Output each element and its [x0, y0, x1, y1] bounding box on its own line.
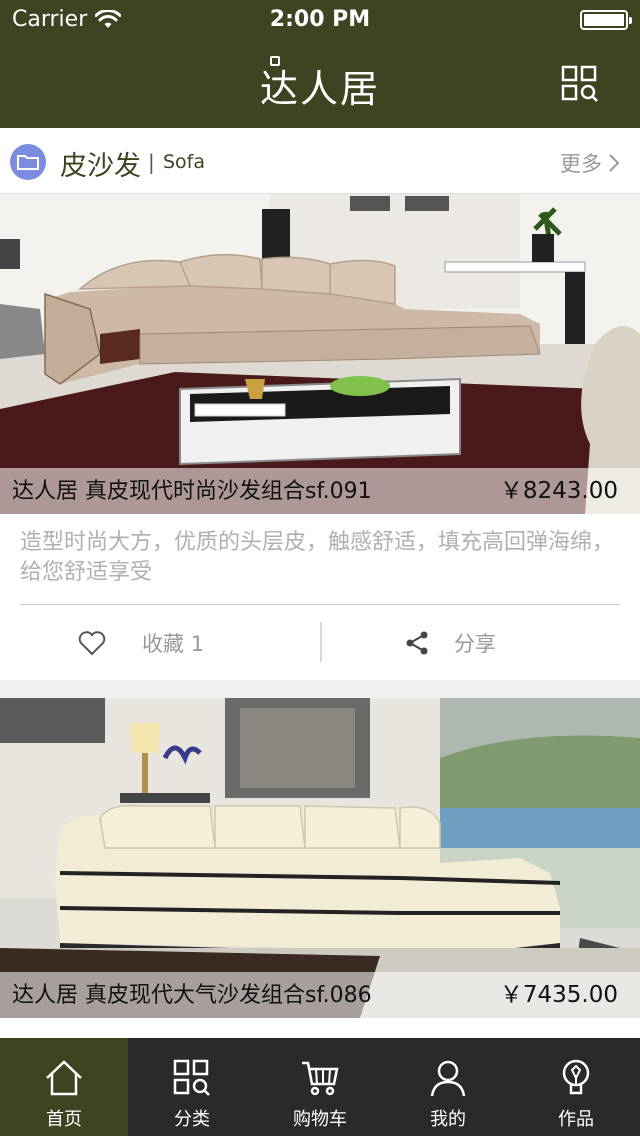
scan-grid-button[interactable]: [560, 64, 600, 104]
tab-category[interactable]: 分类: [128, 1038, 256, 1136]
favorite-count: 1: [190, 631, 205, 656]
product-description: 造型时尚大方，优质的头层皮，触感舒适，填充高回弹海绵，给您舒适享受: [20, 530, 615, 585]
grid-search-icon: [561, 65, 598, 102]
category-icon: [173, 1059, 210, 1096]
favorite-label: 收藏 1: [142, 628, 204, 658]
action-separator: [320, 622, 322, 662]
section-subtitle: Sofa: [163, 151, 206, 173]
more-link[interactable]: 更多: [560, 148, 620, 178]
tab-home[interactable]: 首页: [0, 1038, 128, 1136]
works-icon: [562, 1059, 590, 1095]
product-name: 达人居 真皮现代时尚沙发组合sf.091: [12, 479, 372, 504]
card-actions: 收藏 1 分享: [0, 605, 640, 680]
favorite-text: 收藏: [142, 631, 184, 656]
product-card[interactable]: 达人居 真皮现代时尚沙发组合sf.091 ￥8243.00 造型时尚大方，优质的…: [0, 194, 640, 680]
product-name: 达人居 真皮现代大气沙发组合sf.086: [12, 983, 372, 1008]
battery-icon: [580, 10, 632, 30]
favorite-button[interactable]: 收藏 1: [78, 605, 204, 680]
share-icon: [406, 631, 428, 654]
tab-label: 作品: [558, 1109, 594, 1130]
product-price: ￥7435.00: [499, 982, 618, 1008]
tab-label: 首页: [46, 1109, 82, 1130]
tab-works[interactable]: 作品: [512, 1038, 640, 1136]
section-title: 皮沙发: [60, 151, 141, 182]
home-icon: [46, 1060, 82, 1096]
status-bar: Carrier 2:00 PM: [0, 0, 640, 40]
tab-bar: 首页 分类 购物车 我的 作品: [0, 1038, 640, 1136]
content-scroll[interactable]: 皮沙发 | Sofa 更多 达人居 真皮现代时尚沙发组合sf.091 ￥8243…: [0, 128, 640, 1038]
share-button[interactable]: 分享: [404, 605, 496, 680]
heart-icon: [78, 630, 106, 655]
chevron-right-icon: [609, 154, 620, 172]
product-image[interactable]: 达人居 真皮现代大气沙发组合sf.086 ￥7435.00: [0, 698, 640, 1018]
product-price: ￥8243.00: [499, 478, 618, 504]
app-logo: 达人居: [259, 67, 380, 111]
share-label: 分享: [454, 631, 496, 656]
folder-icon: [10, 144, 46, 180]
tab-label: 购物车: [293, 1109, 347, 1130]
product-card[interactable]: 达人居 真皮现代大气沙发组合sf.086 ￥7435.00: [0, 698, 640, 1038]
tab-cart[interactable]: 购物车: [256, 1038, 384, 1136]
nav-bar: 达人居: [0, 40, 640, 128]
sofa-photo-illustration: [0, 194, 640, 514]
section-separator: |: [148, 150, 155, 174]
tab-mine[interactable]: 我的: [384, 1038, 512, 1136]
section-header: 皮沙发 | Sofa 更多: [0, 128, 640, 194]
user-icon: [430, 1060, 466, 1097]
cart-icon: [302, 1061, 339, 1096]
tab-label: 分类: [174, 1109, 210, 1130]
tab-label: 我的: [430, 1109, 466, 1130]
more-label: 更多: [560, 152, 602, 176]
status-time: 2:00 PM: [269, 7, 371, 32]
product-image[interactable]: 达人居 真皮现代时尚沙发组合sf.091 ￥8243.00: [0, 194, 640, 514]
sofa-photo-illustration: [0, 698, 640, 1018]
